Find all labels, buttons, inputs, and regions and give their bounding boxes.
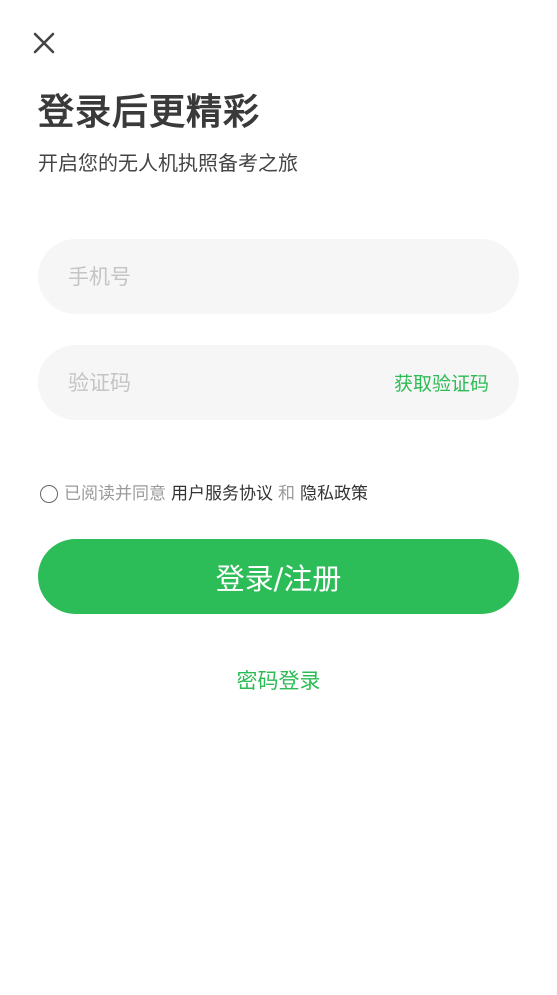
service-agreement-link[interactable]: 用户服务协议 (171, 482, 273, 506)
password-login-link[interactable]: 密码登录 (237, 669, 321, 693)
login-register-button[interactable]: 登录/注册 (38, 539, 519, 614)
phone-input[interactable] (68, 264, 489, 289)
password-login-row: 密码登录 (0, 666, 557, 696)
page-title: 登录后更精彩 (38, 92, 261, 133)
agreement-checkbox[interactable] (40, 485, 58, 503)
agreement-row: 已阅读并同意 用户服务协议 和 隐私政策 (40, 482, 368, 506)
login-page: 登录后更精彩 开启您的无人机执照备考之旅 获取验证码 已阅读并同意 用户服务协议… (0, 0, 557, 995)
verification-code-input[interactable] (68, 370, 394, 395)
phone-field (38, 239, 519, 314)
close-button[interactable] (28, 27, 60, 59)
page-subtitle: 开启您的无人机执照备考之旅 (38, 151, 298, 175)
agreement-and: 和 (278, 484, 295, 504)
close-icon (33, 32, 55, 54)
privacy-policy-link[interactable]: 隐私政策 (300, 482, 368, 506)
code-field: 获取验证码 (38, 345, 519, 420)
get-code-button[interactable]: 获取验证码 (394, 369, 489, 396)
agreement-prefix: 已阅读并同意 (64, 484, 166, 504)
